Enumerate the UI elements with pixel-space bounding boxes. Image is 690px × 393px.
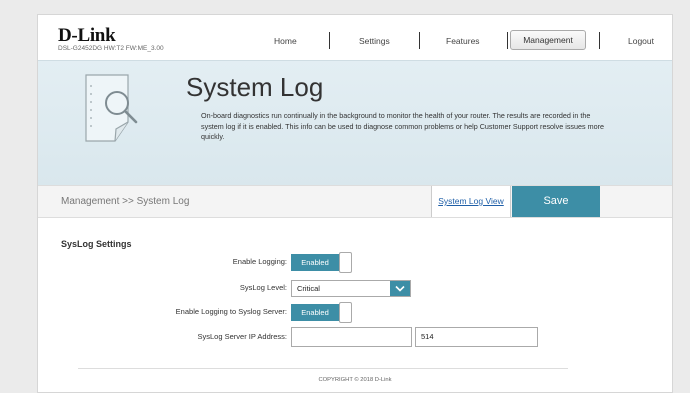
enable-logging-label: Enable Logging: xyxy=(232,257,287,266)
nav-divider xyxy=(599,32,600,49)
enable-server-toggle[interactable]: Enabled xyxy=(291,302,352,323)
page-description: On-board diagnostics run continually in … xyxy=(201,111,604,141)
save-button[interactable]: Save xyxy=(512,186,600,217)
model-info: DSL-G2452DG HW:T2 FW:ME_3.00 xyxy=(58,45,164,52)
enable-logging-toggle[interactable]: Enabled xyxy=(291,252,352,273)
nav-divider xyxy=(329,32,330,49)
server-ip-label: SysLog Server IP Address: xyxy=(197,332,288,341)
chevron-down-icon[interactable] xyxy=(390,281,410,296)
copyright: COPYRIGHT © 2018 D-Link xyxy=(318,377,392,383)
breadcrumb: Management >> System Log xyxy=(61,196,190,207)
server-ip-input[interactable] xyxy=(291,327,412,347)
syslog-level-value: Critical xyxy=(297,284,320,293)
server-port-input[interactable]: 514 xyxy=(415,327,538,347)
page-banner: System Log On-board diagnostics run cont… xyxy=(38,60,672,186)
toggle-knob xyxy=(339,302,352,323)
page-panel: D-Link DSL-G2452DG HW:T2 FW:ME_3.00 Home… xyxy=(37,14,673,393)
toggle-state-label: Enabled xyxy=(291,254,339,271)
nav-management[interactable]: Management xyxy=(510,30,586,50)
magnifier-document-icon xyxy=(85,74,138,142)
nav-divider xyxy=(507,32,508,49)
toggle-knob xyxy=(339,252,352,273)
footer-divider xyxy=(78,368,568,369)
dlink-logo: D-Link xyxy=(58,25,116,46)
nav-home[interactable]: Home xyxy=(274,36,297,46)
action-bar: Management >> System Log System Log View… xyxy=(38,185,672,218)
nav-settings[interactable]: Settings xyxy=(359,36,390,46)
syslog-level-label: SysLog Level: xyxy=(239,283,287,292)
section-title: SysLog Settings xyxy=(61,239,132,249)
toggle-state-label: Enabled xyxy=(291,304,339,321)
page-title: System Log xyxy=(186,72,324,102)
system-log-view-link[interactable]: System Log View xyxy=(431,186,511,217)
enable-server-label: Enable Logging to Syslog Server: xyxy=(175,307,287,316)
nav-features[interactable]: Features xyxy=(446,36,480,46)
syslog-level-select[interactable]: Critical xyxy=(291,280,411,297)
nav-logout[interactable]: Logout xyxy=(628,36,654,46)
nav-divider xyxy=(419,32,420,49)
